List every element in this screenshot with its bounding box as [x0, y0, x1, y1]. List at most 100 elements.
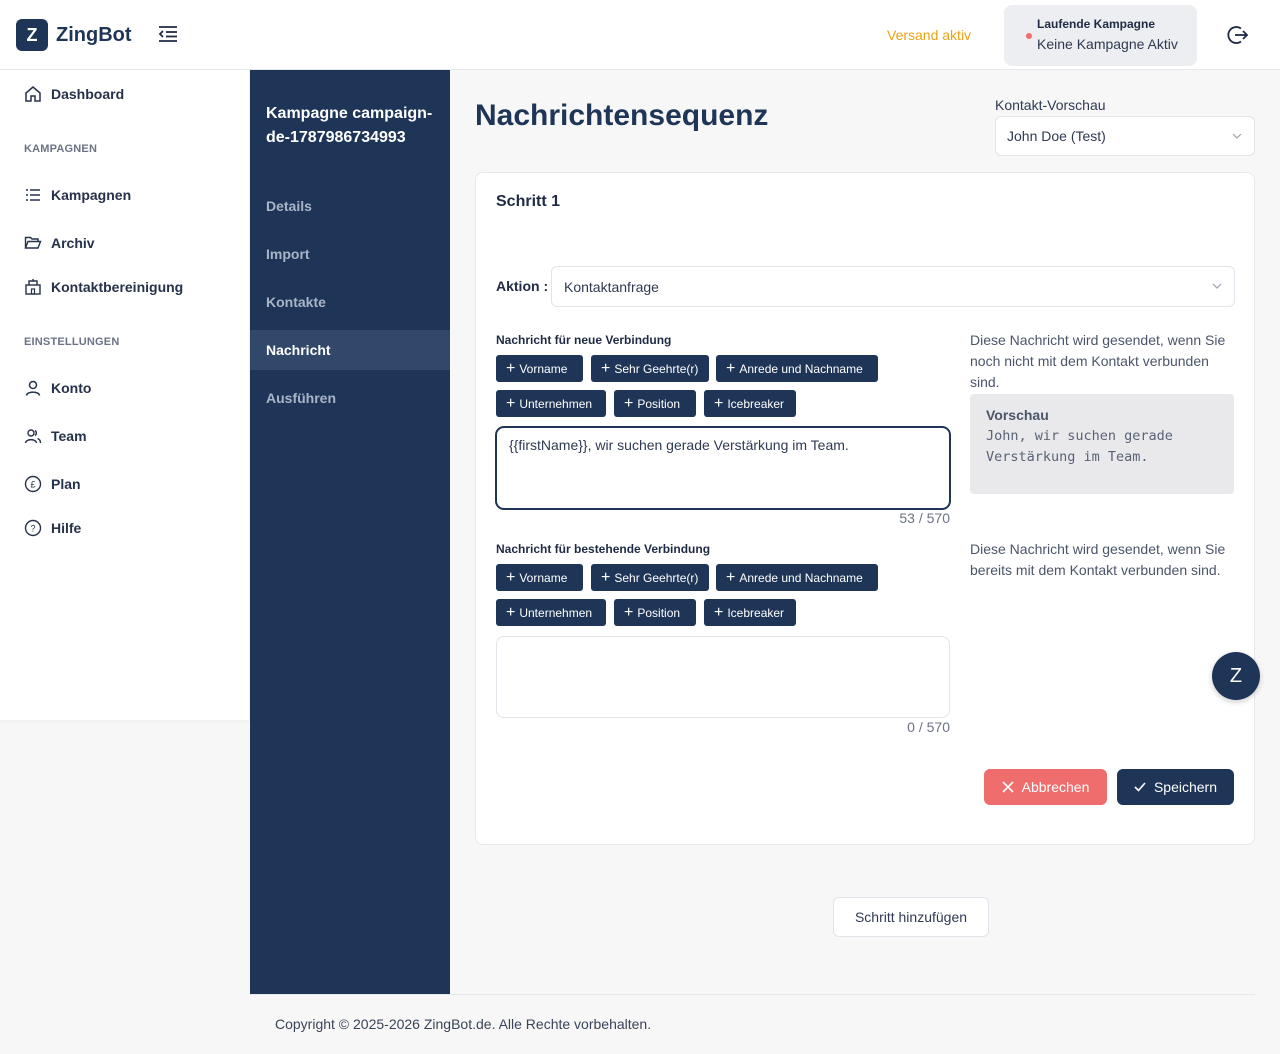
- chip-label: Anrede und Nachname: [739, 570, 863, 585]
- sidebar-item-campaigns[interactable]: Kampagnen: [0, 178, 250, 212]
- plus-icon: +: [714, 603, 724, 621]
- action-label-text: Aktion: [496, 278, 540, 294]
- existing-connection-help: Diese Nachricht wird gesendet, wenn Sie …: [970, 541, 1226, 578]
- pound-icon: £: [24, 475, 42, 493]
- running-campaign-status: Keine Kampagne Aktiv: [1037, 36, 1178, 52]
- running-campaign-box: Laufende Kampagne Keine Kampagne Aktiv: [1004, 5, 1197, 66]
- action-select[interactable]: Kontaktanfrage: [551, 266, 1235, 307]
- chip-label: Anrede und Nachname: [739, 361, 863, 376]
- action-select-value: Kontaktanfrage: [564, 278, 659, 295]
- insert-firstname-button[interactable]: + Vorname: [496, 355, 583, 382]
- sidebar-item-dashboard[interactable]: Dashboard: [0, 77, 250, 111]
- send-status: Versand aktiv: [887, 27, 972, 43]
- sidebar-item-label: Konto: [51, 380, 92, 396]
- contact-preview-select[interactable]: John Doe (Test): [995, 116, 1255, 156]
- plus-icon: +: [601, 568, 611, 586]
- add-step-button[interactable]: Schritt hinzufügen: [833, 897, 989, 937]
- plus-icon: +: [601, 359, 611, 377]
- insert-position-button[interactable]: + Position: [614, 599, 696, 626]
- sidebar-item-archive[interactable]: Archiv: [0, 226, 250, 260]
- plus-icon: +: [714, 394, 724, 412]
- logo-text: ZingBot: [56, 23, 132, 46]
- insert-company-button[interactable]: + Unternehmen: [496, 390, 606, 417]
- preview-text: John, wir suchen gerade Verstärkung im T…: [986, 428, 1173, 465]
- footer-copyright: Copyright © 2025-2026 ZingBot.de. Alle R…: [275, 1016, 652, 1032]
- existing-connection-message-input[interactable]: [496, 636, 950, 718]
- existing-connection-label: Nachricht für bestehende Verbindung: [496, 542, 711, 556]
- plus-icon: +: [506, 359, 516, 377]
- user-icon: [25, 380, 41, 396]
- chip-label: Unternehmen: [519, 396, 593, 411]
- svg-text:£: £: [30, 480, 35, 490]
- save-button[interactable]: Speichern: [1117, 769, 1234, 805]
- plus-icon: +: [624, 394, 634, 412]
- contact-preview-label: Kontakt-Vorschau: [995, 97, 1106, 113]
- section-settings: EINSTELLUNGEN: [24, 336, 120, 348]
- insert-icebreaker-button[interactable]: + Icebreaker: [704, 599, 796, 626]
- plus-icon: +: [506, 568, 516, 586]
- insert-salutation-lastname-button[interactable]: + Anrede und Nachname: [716, 564, 878, 591]
- insert-salutation-lastname-button[interactable]: + Anrede und Nachname: [716, 355, 878, 382]
- chevron-down-icon: [1232, 133, 1242, 139]
- preview-title: Vorschau: [986, 407, 1049, 423]
- sidebar-item-plan[interactable]: £ Plan: [0, 467, 250, 501]
- plus-icon: +: [506, 603, 516, 621]
- sidebar-item-help[interactable]: ? Hilfe: [0, 511, 250, 545]
- check-icon: [1134, 782, 1146, 792]
- sidebar: Dashboard KAMPAGNEN Kampagnen Archiv Kon…: [0, 70, 250, 720]
- chip-label: Sehr Geehrte(r): [614, 570, 699, 585]
- sidebar-item-label: Dashboard: [51, 86, 125, 102]
- running-campaign-title: Laufende Kampagne: [1037, 17, 1156, 31]
- sidebar-item-team[interactable]: Team: [0, 419, 250, 453]
- chip-label: Icebreaker: [727, 605, 785, 620]
- footer-divider: [250, 994, 1255, 995]
- campaign-nav-import[interactable]: Import: [250, 234, 450, 274]
- chip-label: Icebreaker: [727, 396, 785, 411]
- chip-label: Vorname: [519, 570, 568, 585]
- insert-position-button[interactable]: + Position: [614, 390, 696, 417]
- action-label-colon: :: [543, 278, 549, 294]
- new-connection-message-input[interactable]: {{firstName}}, wir suchen gerade Verstär…: [496, 427, 950, 509]
- team-icon: [24, 429, 42, 444]
- sidebar-item-label: Archiv: [51, 235, 95, 251]
- insert-company-button[interactable]: + Unternehmen: [496, 599, 606, 626]
- sidebar-item-account[interactable]: Konto: [0, 371, 250, 405]
- cancel-button[interactable]: Abbrechen: [984, 769, 1107, 805]
- plus-icon: +: [624, 603, 634, 621]
- logo[interactable]: Z ZingBot: [16, 19, 132, 51]
- status-dot-icon: [1026, 33, 1032, 39]
- chip-label: Position: [637, 605, 681, 620]
- help-icon: ?: [24, 519, 42, 537]
- close-icon: [1002, 781, 1014, 793]
- campaign-nav-contacts[interactable]: Kontakte: [250, 282, 450, 322]
- campaign-nav-message[interactable]: Nachricht: [250, 330, 450, 370]
- menu-collapse-icon[interactable]: [157, 24, 179, 44]
- cancel-label: Abbrechen: [1021, 779, 1090, 795]
- campaign-title: Kampagne campaign-de-1787986734993: [266, 105, 433, 146]
- campaign-nav-details[interactable]: Details: [250, 186, 450, 226]
- plus-icon: +: [506, 394, 516, 412]
- sidebar-item-contact-cleanup[interactable]: Kontaktbereinigung: [0, 270, 250, 304]
- svg-text:?: ?: [30, 524, 35, 534]
- plus-icon: +: [726, 359, 736, 377]
- insert-icebreaker-button[interactable]: + Icebreaker: [704, 390, 796, 417]
- new-connection-label: Nachricht für neue Verbindung: [496, 333, 672, 347]
- logout-icon[interactable]: [1227, 24, 1249, 46]
- new-connection-help: Diese Nachricht wird gesendet, wenn Sie …: [970, 332, 1226, 390]
- sidebar-item-label: Plan: [51, 476, 81, 492]
- folder-open-icon: [24, 236, 42, 249]
- chevron-down-icon: [1212, 283, 1222, 289]
- building-icon: [25, 279, 41, 295]
- insert-firstname-button[interactable]: + Vorname: [496, 564, 583, 591]
- sidebar-item-label: Hilfe: [51, 520, 82, 536]
- plus-icon: +: [726, 568, 736, 586]
- insert-salutation-button[interactable]: + Sehr Geehrte(r): [591, 564, 709, 591]
- insert-salutation-button[interactable]: + Sehr Geehrte(r): [591, 355, 709, 382]
- campaign-nav: Kampagne campaign-de-1787986734993 Detai…: [250, 70, 450, 994]
- chat-fab-button[interactable]: Z: [1212, 652, 1260, 700]
- top-bar: Z ZingBot Versand aktiv Laufende Kampagn…: [0, 0, 1280, 70]
- logo-mark: Z: [16, 19, 48, 51]
- new-connection-counter: 53 / 570: [899, 510, 950, 526]
- contact-preview-value: John Doe (Test): [1007, 128, 1106, 144]
- campaign-nav-run[interactable]: Ausführen: [250, 378, 450, 418]
